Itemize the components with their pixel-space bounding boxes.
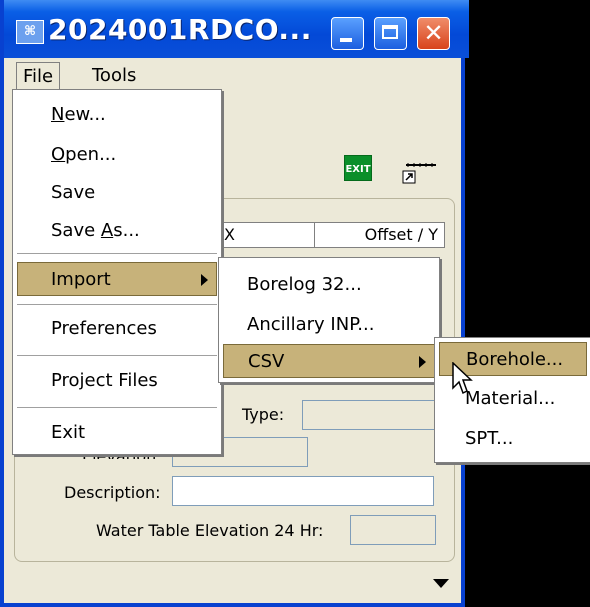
app-icon[interactable]: ⌘ [16,20,44,44]
menu-item-exit[interactable]: Exit [51,416,85,450]
separator [17,253,217,254]
import-submenu: Borelog 32... Ancillary INP... CSV [218,257,440,383]
submenu-arrow-icon [419,356,426,368]
ruler-icon[interactable] [402,162,438,186]
file-menu: New... Open... Save Save As... Import Pr… [12,89,222,455]
menu-item-save[interactable]: Save [51,176,95,210]
close-icon: ✕ [423,19,444,47]
water-table-field[interactable] [350,515,436,545]
menu-item-borelog[interactable]: Borelog 32... [247,268,362,302]
menu-item-csv[interactable]: CSV [223,344,435,378]
separator [17,355,217,356]
exit-icon[interactable]: EXIT [344,155,372,181]
menu-item-save-as[interactable]: Save As... [51,214,140,248]
menu-item-import[interactable]: Import [17,262,217,296]
menu-bar: File Tools [4,58,461,92]
menu-item-open[interactable]: Open... [51,138,116,172]
menu-tools[interactable]: Tools [86,62,142,86]
type-field[interactable] [302,400,438,430]
scroll-down-icon[interactable] [433,579,449,588]
import-label: Import [51,269,111,290]
grid-col-offset-y[interactable]: Offset / Y [314,223,444,247]
water-table-label: Water Table Elevation 24 Hr: [96,521,324,540]
submenu-arrow-icon [201,274,208,286]
type-label: Type: [242,405,285,424]
menu-file[interactable]: File [16,62,61,92]
grid-col-x[interactable]: X [224,225,235,244]
description-field[interactable] [172,476,434,506]
mouse-cursor-icon [452,362,473,395]
menu-item-spt[interactable]: SPT... [465,422,513,456]
close-button[interactable]: ✕ [417,17,450,50]
csv-submenu: Borehole... Material... SPT... [434,337,590,463]
menu-item-preferences[interactable]: Preferences [51,312,157,346]
csv-label: CSV [248,351,285,372]
separator [17,407,217,408]
description-label: Description: [64,483,161,502]
minimize-button[interactable] [331,17,364,50]
title-bar[interactable]: ⌘ 2024001RDCO... ✕ [4,0,469,58]
menu-item-project-files[interactable]: Project Files [51,364,158,398]
grid-header: X Offset / Y [209,222,445,248]
menu-item-material[interactable]: Material... [465,382,555,416]
menu-item-ancillary[interactable]: Ancillary INP... [247,308,374,342]
menu-item-new[interactable]: New... [51,98,106,132]
maximize-button[interactable] [374,17,407,50]
separator [17,304,217,305]
window-title: 2024001RDCO... [48,13,312,46]
